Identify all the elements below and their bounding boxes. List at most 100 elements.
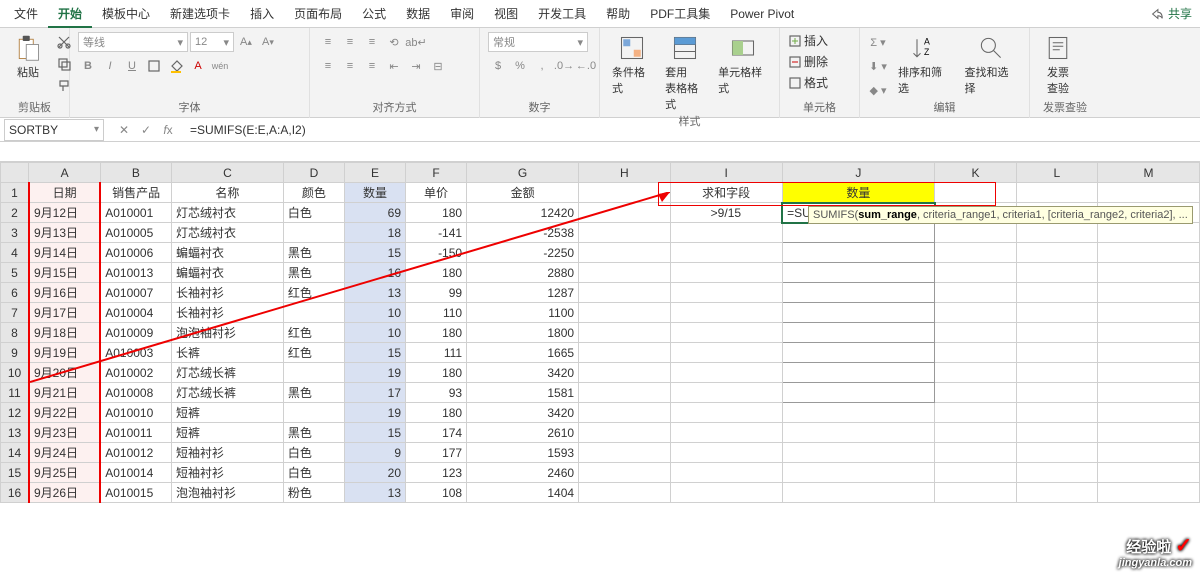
cell-A[interactable]: 9月16日 [29,283,100,303]
tab-insert[interactable]: 插入 [240,0,284,28]
cell-D[interactable]: 黑色 [283,263,344,283]
cell-J[interactable] [782,483,935,503]
cell-D[interactable]: 红色 [283,323,344,343]
font-name-dropdown[interactable]: 等线 [78,32,188,52]
cell-A1[interactable]: 日期 [29,183,100,203]
cell-M[interactable] [1098,283,1200,303]
row-hdr[interactable]: 5 [1,263,29,283]
cell-B[interactable]: A010003 [100,343,171,363]
tab-newtab[interactable]: 新建选项卡 [160,0,240,28]
cell-L[interactable] [1016,343,1097,363]
indent-dec-button[interactable]: ⇤ [384,56,404,76]
tab-view[interactable]: 视图 [484,0,528,28]
cell-L[interactable] [1016,303,1097,323]
col-E[interactable]: E [344,163,405,183]
col-K[interactable]: K [935,163,1016,183]
cell-C[interactable]: 灯芯绒衬衣 [171,223,283,243]
cell-G[interactable]: 12420 [467,203,579,223]
cell-I[interactable] [670,443,782,463]
cell-J[interactable] [782,383,935,403]
cell-K[interactable] [935,423,1016,443]
cell-J[interactable] [782,443,935,463]
cell-B[interactable]: A010001 [100,203,171,223]
cell-L[interactable] [1016,403,1097,423]
cell-C1[interactable]: 名称 [171,183,283,203]
cell-F[interactable]: 123 [406,463,467,483]
number-format-dropdown[interactable]: 常规 [488,32,588,52]
cell-A[interactable]: 9月19日 [29,343,100,363]
cell-I[interactable] [670,403,782,423]
cell-I[interactable] [670,283,782,303]
cell-G[interactable]: 1287 [467,283,579,303]
cell-G[interactable]: 2880 [467,263,579,283]
col-I[interactable]: I [670,163,782,183]
row-hdr[interactable]: 11 [1,383,29,403]
delete-cells-button[interactable]: 删除 [788,53,828,70]
font-color-button[interactable]: A [188,56,208,76]
cell-A[interactable]: 9月14日 [29,243,100,263]
cell-I[interactable] [670,263,782,283]
col-M[interactable]: M [1098,163,1200,183]
cell-D[interactable]: 白色 [283,463,344,483]
cell-F[interactable]: 180 [406,403,467,423]
cell-J[interactable] [782,423,935,443]
cell-F[interactable]: 180 [406,323,467,343]
cell-C[interactable]: 长裤 [171,343,283,363]
fill-color-button[interactable] [166,56,186,76]
cell-D[interactable]: 红色 [283,343,344,363]
align-middle-button[interactable]: ≡ [340,32,360,52]
cell-I[interactable] [670,483,782,503]
cell-C[interactable]: 蝙蝠衬衣 [171,243,283,263]
cell-M[interactable] [1098,443,1200,463]
sort-filter-button[interactable]: AZ 排序和筛选 [894,32,955,98]
percent-button[interactable]: % [510,56,530,76]
align-left-button[interactable]: ≡ [318,56,338,76]
cell-H[interactable] [579,483,671,503]
cell-L[interactable] [1016,283,1097,303]
formula-bar[interactable]: =SUMIFS(E:E,A:A,I2) [184,119,1200,141]
cell-D[interactable] [283,363,344,383]
cell-M[interactable] [1098,483,1200,503]
cell-F[interactable]: -141 [406,223,467,243]
cell-J[interactable] [782,343,935,363]
italic-button[interactable]: I [100,56,120,76]
cell-K1[interactable] [935,183,1016,203]
comma-button[interactable]: , [532,56,552,76]
border-button[interactable] [144,56,164,76]
cell-D[interactable] [283,223,344,243]
underline-button[interactable]: U [122,56,142,76]
tab-help[interactable]: 帮助 [596,0,640,28]
cell-H[interactable] [579,323,671,343]
merge-button[interactable]: ⊟ [428,56,448,76]
cell-I[interactable] [670,303,782,323]
cell-E[interactable]: 17 [344,383,405,403]
cell-M[interactable] [1098,343,1200,363]
cell-B[interactable]: A010010 [100,403,171,423]
col-C[interactable]: C [171,163,283,183]
cell-M[interactable] [1098,303,1200,323]
cell-E[interactable]: 16 [344,263,405,283]
cell-C[interactable]: 长袖衬衫 [171,283,283,303]
cell-E[interactable]: 13 [344,483,405,503]
cell-J[interactable] [782,243,935,263]
decrease-font-button[interactable]: A▾ [258,32,278,52]
cell-K[interactable] [935,303,1016,323]
font-size-dropdown[interactable]: 12 [190,32,234,52]
cell-F[interactable]: 174 [406,423,467,443]
cell-J[interactable] [782,403,935,423]
cell-M[interactable] [1098,323,1200,343]
cell-K[interactable] [935,263,1016,283]
cell-B1[interactable]: 销售产品 [100,183,171,203]
cell-J[interactable] [782,263,935,283]
cell-K[interactable] [935,343,1016,363]
cell-E[interactable]: 10 [344,323,405,343]
cell-J[interactable] [782,223,935,243]
cell-F1[interactable]: 单价 [406,183,467,203]
row-hdr[interactable]: 9 [1,343,29,363]
row-hdr[interactable]: 10 [1,363,29,383]
cell-H[interactable] [579,303,671,323]
row-hdr[interactable]: 8 [1,323,29,343]
cell-K[interactable] [935,383,1016,403]
cell-D[interactable] [283,403,344,423]
cell-H[interactable] [579,263,671,283]
